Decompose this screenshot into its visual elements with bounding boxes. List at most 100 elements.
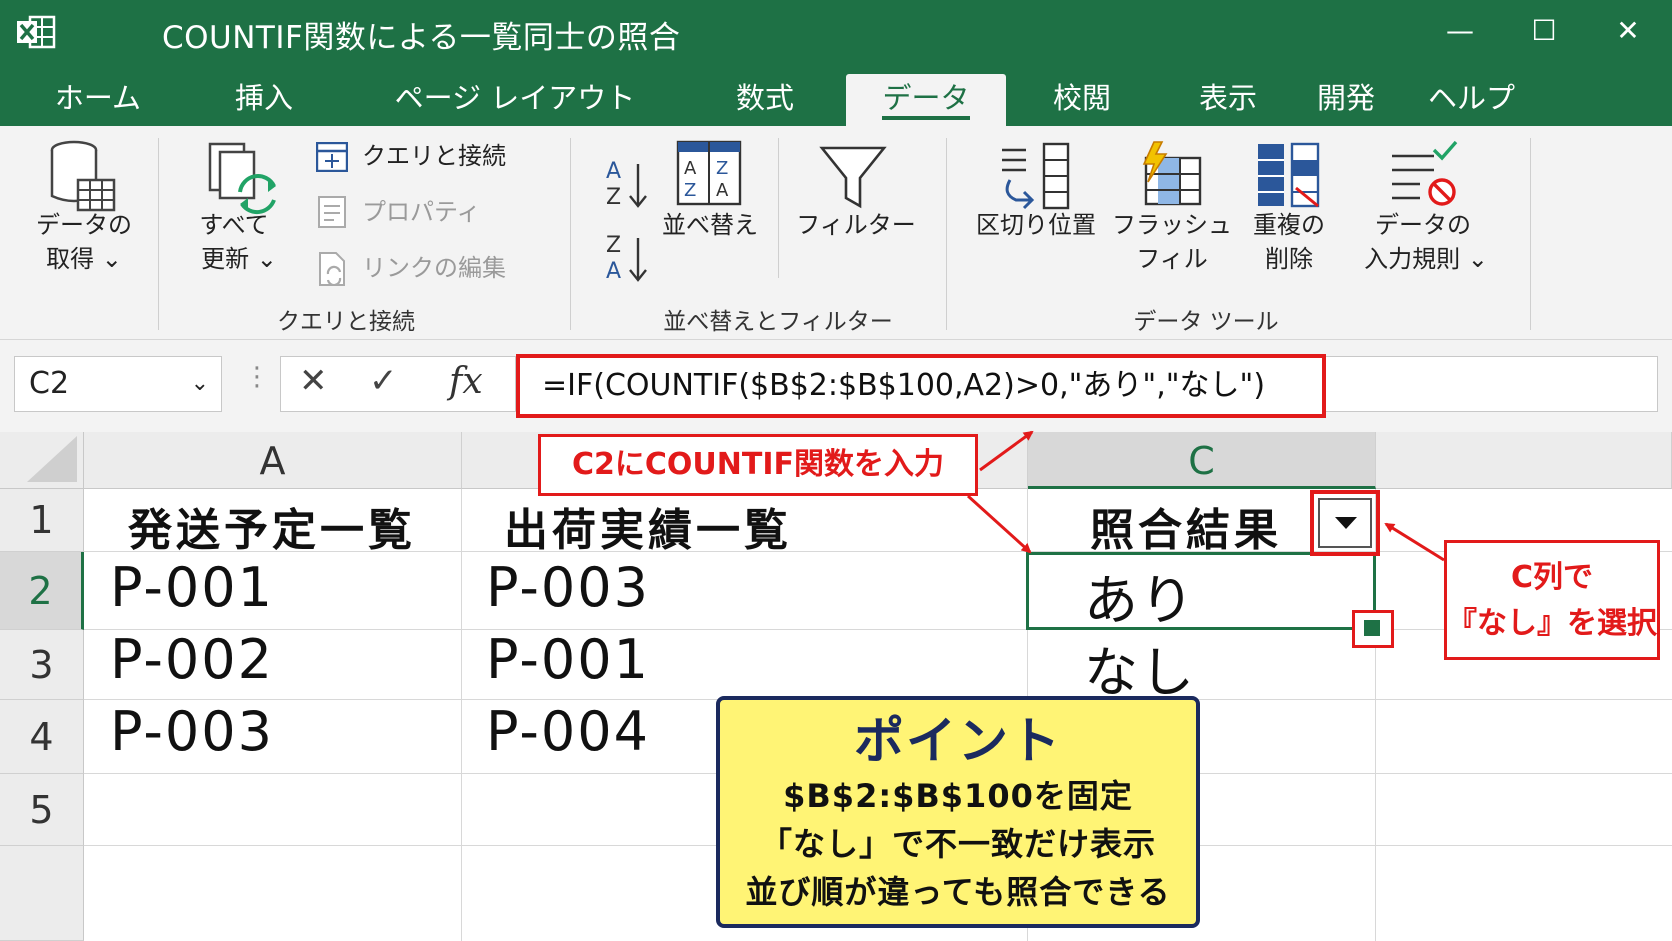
cell-b1[interactable]: 出荷実績一覧	[504, 494, 792, 558]
svg-text:A: A	[606, 259, 621, 284]
properties-label: プロパティ	[362, 198, 481, 226]
cell-a1[interactable]: 発送予定一覧	[128, 494, 416, 558]
ribbon-separator	[158, 138, 159, 330]
cell-b3[interactable]: P-001	[486, 628, 650, 691]
column-header-a[interactable]: A	[84, 432, 462, 489]
point-line-1: $B$2:$B$100を固定	[783, 777, 1133, 815]
fill-handle[interactable]	[1364, 620, 1380, 636]
refresh-icon	[208, 142, 276, 215]
svg-text:Z: Z	[684, 180, 696, 201]
remove-duplicates-icon	[1258, 142, 1320, 208]
svg-text:Z: Z	[716, 158, 728, 179]
select-all-corner[interactable]	[0, 432, 84, 489]
point-title: ポイント	[854, 712, 1062, 770]
edit-links-label: リンクの編集	[362, 254, 506, 282]
row-header-2[interactable]: 2	[0, 552, 84, 630]
flash-fill-icon	[1142, 141, 1202, 206]
cell-b2[interactable]: P-003	[486, 556, 650, 619]
cell-a2[interactable]: P-001	[110, 556, 274, 619]
queries-connections-label: クエリと接続	[362, 142, 506, 170]
insert-function-icon[interactable]: fx	[449, 361, 483, 402]
filter-callout-line-2: 『なし』を選択	[1447, 606, 1657, 641]
remove-duplicates-label-2: 削除	[1265, 245, 1313, 273]
tab-data[interactable]: データ	[846, 74, 1006, 126]
cell-a3[interactable]: P-002	[110, 628, 274, 691]
chevron-down-icon[interactable]: ⌄	[191, 357, 209, 411]
formula-bar-grip-icon[interactable]: ⋮	[244, 362, 270, 392]
svg-text:Z: Z	[606, 185, 621, 210]
formula-callout: C2にCOUNTIF関数を入力	[538, 434, 978, 496]
tab-home[interactable]: ホーム	[50, 74, 146, 126]
filter-dropdown-icon[interactable]	[1318, 498, 1372, 548]
tab-formulas[interactable]: 数式	[728, 74, 802, 126]
tab-page-layout[interactable]: ページ レイアウト	[390, 74, 640, 126]
edit-links-icon	[319, 252, 345, 286]
gridline	[461, 489, 462, 941]
group-sort-filter-label: 並べ替えとフィルター	[663, 309, 893, 335]
svg-text:Z: Z	[606, 233, 621, 258]
cell-c1[interactable]: 照合結果	[1090, 494, 1282, 558]
data-validation-icon	[1392, 140, 1458, 206]
row-header-3[interactable]: 3	[0, 630, 84, 700]
get-data-label-2: 取得 ⌄	[46, 245, 122, 273]
sort-label: 並べ替え	[662, 211, 758, 239]
row-header-4[interactable]: 4	[0, 700, 84, 774]
tab-view[interactable]: 表示	[1196, 74, 1260, 126]
close-button[interactable]: ✕	[1602, 10, 1654, 52]
group-data-tools-label: データ ツール	[1133, 309, 1279, 335]
remove-duplicates-label-1: 重複の	[1253, 211, 1325, 239]
filter-label: フィルター	[796, 211, 916, 239]
tab-insert[interactable]: 挿入	[226, 74, 302, 126]
gridline	[84, 629, 1672, 630]
database-icon	[50, 140, 116, 212]
svg-text:A: A	[606, 159, 621, 184]
tab-help[interactable]: ヘルプ	[1428, 74, 1515, 126]
filter-callout-line-1: C列で	[1510, 560, 1594, 595]
properties-icon	[318, 196, 346, 228]
ribbon-separator	[778, 138, 779, 278]
svg-text:A: A	[684, 158, 697, 179]
enter-icon[interactable]: ✓	[369, 361, 398, 401]
svg-text:A: A	[716, 180, 729, 201]
column-header-d[interactable]	[1376, 432, 1672, 489]
active-cell-selection	[1026, 552, 1376, 630]
excel-logo-icon	[17, 15, 56, 49]
refresh-all-label-1: すべて	[199, 211, 269, 239]
ribbon-tabs: ホーム 挿入 ページ レイアウト 数式 データ 校閲 表示 開発 ヘルプ	[0, 62, 1672, 126]
point-line-2: 「なし」で不一致だけ表示	[759, 825, 1156, 863]
cell-b4[interactable]: P-004	[486, 700, 650, 763]
formula-input[interactable]: =IF(COUNTIF($B$2:$B$100,A2)>0,"あり","なし")	[516, 354, 1326, 418]
group-queries-label: クエリと接続	[277, 309, 415, 335]
title-bar: COUNTIF関数による一覧同士の照合 — ☐ ✕	[0, 0, 1672, 62]
minimize-button[interactable]: —	[1434, 10, 1486, 52]
tab-review[interactable]: 校閲	[1050, 74, 1114, 126]
data-validation-label-1: データの	[1375, 211, 1471, 239]
filter-callout: C列で 『なし』を選択	[1444, 540, 1660, 660]
cell-a4[interactable]: P-003	[110, 700, 274, 763]
point-box: ポイント $B$2:$B$100を固定 「なし」で不一致だけ表示 並び順が違って…	[716, 696, 1200, 928]
maximize-button[interactable]: ☐	[1518, 10, 1570, 52]
sort-ascending-icon[interactable]: A Z	[604, 156, 652, 214]
sort-descending-icon[interactable]: Z A	[604, 230, 652, 288]
row-header-1[interactable]: 1	[0, 489, 84, 552]
name-box[interactable]: C2 ⌄	[14, 356, 222, 412]
sort-dialog-icon: A Z Z A	[676, 140, 742, 206]
filter-funnel-icon	[819, 146, 887, 209]
text-to-columns-icon	[1002, 142, 1070, 210]
flash-fill-label-1: フラッシュ	[1112, 211, 1232, 239]
row-header-6[interactable]	[0, 846, 84, 941]
queries-icon	[316, 142, 348, 172]
cancel-icon[interactable]: ✕	[299, 361, 328, 401]
flash-fill-label-2: フィル	[1136, 245, 1208, 273]
ribbon-separator	[1530, 138, 1531, 330]
data-validation-label-2: 入力規則 ⌄	[1364, 245, 1488, 273]
name-box-value: C2	[29, 366, 70, 401]
text-to-columns-label: 区切り位置	[976, 211, 1096, 239]
ribbon-separator	[570, 138, 571, 330]
column-header-c[interactable]: C	[1028, 432, 1376, 489]
refresh-all-label-2: 更新 ⌄	[201, 245, 277, 273]
tab-developer[interactable]: 開発	[1314, 74, 1378, 126]
ribbon: データの 取得 ⌄ すべて 更新 ⌄ クエリと接続 プロパティ リンクの編集 ク…	[0, 126, 1672, 340]
row-header-5[interactable]: 5	[0, 774, 84, 846]
formula-buttons: ✕ ✓ fx	[280, 356, 516, 412]
